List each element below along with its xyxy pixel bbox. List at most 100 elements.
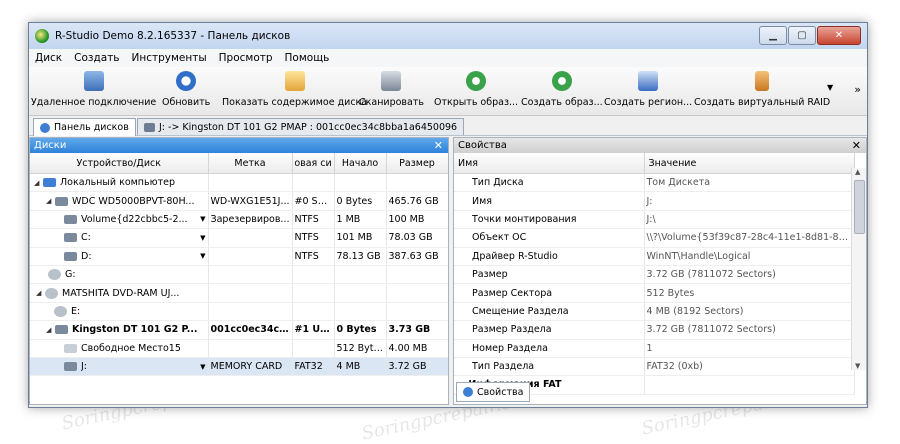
scrollbar-thumb[interactable] xyxy=(854,180,865,234)
chevron-down-icon[interactable]: ▼ xyxy=(200,252,205,260)
close-button[interactable]: ✕ xyxy=(817,26,861,45)
prop-value: \\?\Volume{53f39c87-28c4-11e1-8d81-82a..… xyxy=(644,228,855,248)
col-fs[interactable]: овая си xyxy=(292,153,335,174)
open-image-icon xyxy=(466,71,487,91)
table-row[interactable]: Размер Раздела 3.72 GB (7811072 Sectors) xyxy=(454,320,855,340)
table-row[interactable]: Номер Раздела 1 xyxy=(454,339,855,358)
open-image-button[interactable]: Открыть образ... xyxy=(434,71,518,108)
create-region-button[interactable]: Создать регион... xyxy=(604,71,692,108)
table-row[interactable]: E: xyxy=(30,302,448,322)
prop-value: 3.72 GB (7811072 Sectors) xyxy=(644,265,855,285)
menu-create[interactable]: Создать xyxy=(68,52,125,64)
row-start: 0 Bytes xyxy=(334,191,387,211)
row-name: J: xyxy=(81,361,88,373)
scan-icon xyxy=(381,71,402,91)
maximize-button[interactable]: ▢ xyxy=(788,26,816,45)
row-label xyxy=(208,283,293,303)
row-start xyxy=(334,283,387,303)
table-row[interactable]: ◢ Локальный компьютер xyxy=(30,173,448,193)
row-fs xyxy=(292,302,335,322)
close-icon[interactable]: ✕ xyxy=(434,139,443,152)
tab-drive-j[interactable]: J: -> Kingston DT 101 G2 PMAP : 001cc0ec… xyxy=(137,118,465,135)
table-row[interactable]: ◢ Kingston DT 101 G2 P... 001cc0ec34c... … xyxy=(30,320,448,340)
tab-disk-panel[interactable]: Панель дисков xyxy=(33,118,136,136)
table-row[interactable]: Точки монтирования J:\ xyxy=(454,210,855,230)
row-name: MATSHITA DVD-RAM UJ... xyxy=(62,287,180,299)
tab-properties[interactable]: Свойства xyxy=(456,382,531,402)
col-label[interactable]: Метка xyxy=(208,153,293,174)
collapse-icon[interactable]: ◢ xyxy=(46,326,55,334)
row-size: 3.73 GB xyxy=(386,320,448,340)
title-bar[interactable]: R-Studio Demo 8.2.165337 - Панель дисков… xyxy=(29,23,867,49)
show-contents-label: Показать содержимое диска xyxy=(222,97,368,108)
close-icon[interactable]: ✕ xyxy=(852,139,861,152)
table-row[interactable]: Тип Раздела FAT32 (0xb) xyxy=(454,357,855,377)
table-row[interactable]: C: ▼ NTFS 101 MB 78.03 GB xyxy=(30,228,448,248)
row-size: 3.72 GB xyxy=(386,357,448,377)
table-row[interactable]: G: xyxy=(30,265,448,285)
table-row[interactable]: D: ▼ NTFS 78.13 GB 387.63 GB xyxy=(30,247,448,266)
remote-connect-button[interactable]: Удаленное подключение xyxy=(31,71,156,108)
disks-panel-header: Диски ✕ xyxy=(30,138,448,153)
col-name[interactable]: Имя xyxy=(454,153,645,174)
chevron-down-icon[interactable]: ▼ xyxy=(200,363,205,371)
disks-panel-title: Диски xyxy=(34,140,67,151)
partition-icon xyxy=(64,251,77,261)
table-row[interactable]: ◢ WDC WD5000BPVT-80H... WD-WXG1E51J... #0… xyxy=(30,191,448,211)
disk-panel-icon xyxy=(40,122,50,133)
chevron-down-icon[interactable]: ▼ xyxy=(827,83,833,92)
menu-disk[interactable]: Диск xyxy=(29,52,68,64)
table-row[interactable]: Размер Сектора 512 Bytes xyxy=(454,283,855,303)
collapse-icon[interactable]: ◢ xyxy=(34,179,43,187)
table-row-selected[interactable]: J: ▼ MEMORY CARD FAT32 4 MB 3.72 GB xyxy=(30,357,448,377)
create-image-button[interactable]: Создать образ... xyxy=(521,71,603,108)
scan-button[interactable]: Сканировать xyxy=(359,71,424,108)
minimize-button[interactable]: ▁ xyxy=(759,26,787,45)
app-icon xyxy=(35,29,49,43)
col-device[interactable]: Устройство/Диск xyxy=(30,153,209,174)
chevron-down-icon[interactable]: ▼ xyxy=(200,234,205,242)
row-fs: NTFS xyxy=(292,228,335,248)
collapse-icon[interactable]: ◢ xyxy=(36,289,45,297)
row-size: 100 MB xyxy=(386,210,448,230)
chevron-down-icon[interactable]: ▼ xyxy=(200,215,205,223)
col-value[interactable]: Значение xyxy=(644,153,855,174)
table-row[interactable]: ◢ MATSHITA DVD-RAM UJ... xyxy=(30,283,448,303)
remote-connect-label: Удаленное подключение xyxy=(31,97,157,108)
row-start xyxy=(334,302,387,322)
row-name: Kingston DT 101 G2 P... xyxy=(72,324,198,336)
table-row[interactable]: Тип Диска Том Дискета xyxy=(454,173,855,193)
col-size[interactable]: Размер xyxy=(386,153,448,174)
scroll-down-icon[interactable]: ▼ xyxy=(855,362,860,370)
show-contents-button[interactable]: Показать содержимое диска xyxy=(222,71,367,108)
tab-properties-label: Свойства xyxy=(477,386,524,398)
hard-disk-icon xyxy=(55,196,68,206)
table-row[interactable]: Размер 3.72 GB (7811072 Sectors) xyxy=(454,265,855,285)
table-row[interactable]: Драйвер R-Studio WinNT\Handle\Logical xyxy=(454,247,855,266)
create-raid-button[interactable]: Создать виртуальный RAID xyxy=(694,71,830,108)
prop-value: 512 Bytes xyxy=(644,283,855,303)
refresh-button[interactable]: Обновить xyxy=(162,71,210,108)
menu-tools[interactable]: Инструменты xyxy=(126,52,213,64)
row-size xyxy=(386,283,448,303)
open-image-label: Открыть образ... xyxy=(434,97,519,108)
prop-value: J:\ xyxy=(644,210,855,230)
collapse-icon[interactable]: ◢ xyxy=(46,197,55,205)
menu-help[interactable]: Помощь xyxy=(279,52,336,64)
scroll-up-icon[interactable]: ▲ xyxy=(855,168,860,176)
partition-icon xyxy=(64,362,77,372)
menu-view[interactable]: Просмотр xyxy=(213,52,279,64)
row-size xyxy=(386,302,448,322)
table-row[interactable]: Смещение Раздела 4 MB (8192 Sectors) xyxy=(454,302,855,322)
table-row[interactable]: Свободное Место15 512 Bytes 4.00 MB xyxy=(30,339,448,358)
toolbar-overflow-button[interactable]: » xyxy=(854,83,861,96)
col-start[interactable]: Начало xyxy=(334,153,387,174)
row-fs xyxy=(292,283,335,303)
row-fs xyxy=(292,265,335,285)
create-image-icon xyxy=(551,71,572,91)
table-row[interactable]: Имя J: xyxy=(454,191,855,211)
prop-value: Том Дискета xyxy=(644,173,855,193)
table-row[interactable]: Объект ОС \\?\Volume{53f39c87-28c4-11e1-8… xyxy=(454,228,855,248)
table-row[interactable]: Volume{d22cbbc5-2... ▼ Зарезервиров... NT… xyxy=(30,210,448,230)
properties-scrollbar[interactable]: ▲ ▼ xyxy=(851,168,866,370)
